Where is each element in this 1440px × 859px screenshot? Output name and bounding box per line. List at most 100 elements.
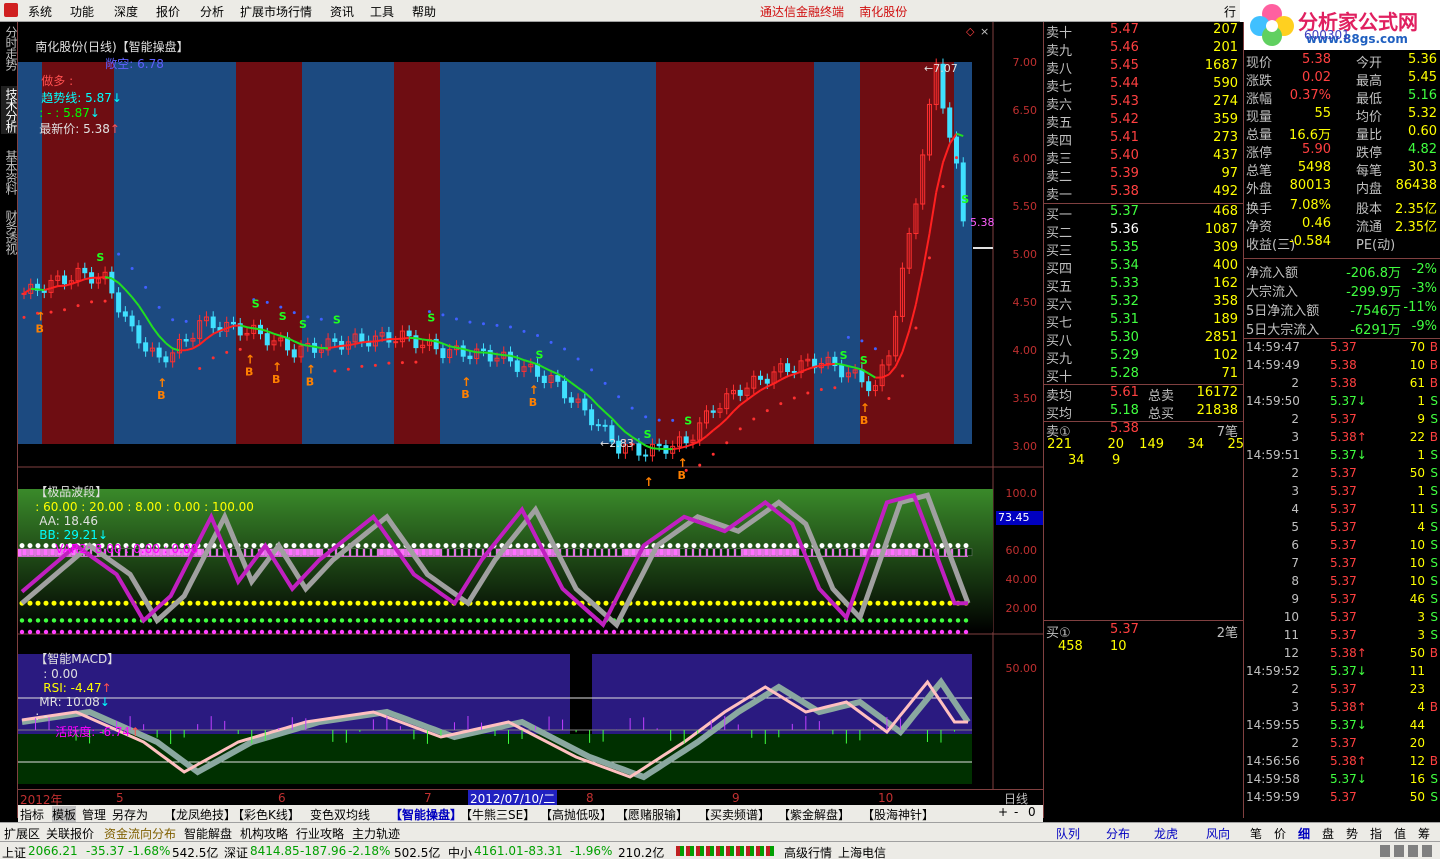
tick-side: S xyxy=(1430,556,1438,570)
bid-row[interactable]: 买四 5.34 400 xyxy=(1044,258,1244,277)
level-dot-60 xyxy=(819,543,825,549)
extension-tab-1[interactable]: 关联报价 xyxy=(46,825,94,842)
indicator-tab-1[interactable]: 模板 xyxy=(52,806,77,823)
tab-financials[interactable]: 财务透视 xyxy=(1,208,18,256)
bid-row[interactable]: 买七 5.31 189 xyxy=(1044,312,1244,331)
menu-item-3[interactable]: 报价 xyxy=(156,3,180,20)
tick-tab-0[interactable]: 笔 xyxy=(1250,825,1262,842)
extension-tab-5[interactable]: 行业攻略 xyxy=(296,825,344,842)
tick-tab-1[interactable]: 价 xyxy=(1274,825,1286,842)
ask-row[interactable]: 卖十 5.47 207 xyxy=(1044,22,1244,41)
indicator-tab-8[interactable]: 【牛熊三SE】 xyxy=(460,806,535,823)
quote-tab-0[interactable]: 队列 xyxy=(1056,825,1080,842)
app-icon[interactable] xyxy=(4,3,18,17)
chart-area[interactable]: ↑B↑B↑B↑B↑B↑B↑B↑B↑B↑BSSSSSSSSSSSS←7.07←2.… xyxy=(18,22,1043,818)
wave-cell xyxy=(560,548,567,557)
tick-tab-2[interactable]: 细 xyxy=(1298,825,1310,842)
indicator-tab-7[interactable]: 【智能操盘】 xyxy=(390,806,462,823)
reset-button[interactable]: 0 xyxy=(1028,805,1036,819)
candle-body xyxy=(143,342,149,352)
quote-tab-1[interactable]: 分布 xyxy=(1106,825,1130,842)
indicator-tab-4[interactable]: 【龙凤绝技】 xyxy=(164,806,236,823)
high-label: ←7.07 xyxy=(924,62,958,75)
bid-row[interactable]: 买二 5.36 1087 xyxy=(1044,222,1244,241)
extension-tab-4[interactable]: 机构攻略 xyxy=(240,825,288,842)
indicator-tab-0[interactable]: 指标 xyxy=(20,806,44,823)
ask-row[interactable]: 卖九 5.46 201 xyxy=(1044,40,1244,59)
flow-label: 5日净流入额 xyxy=(1246,304,1320,319)
extension-tab-6[interactable]: 主力轨迹 xyxy=(352,825,400,842)
level-dot-0 xyxy=(331,629,337,635)
zoom-out-button[interactable]: - xyxy=(1014,805,1018,819)
extension-tab-3[interactable]: 智能解盘 xyxy=(184,825,232,842)
level-dot-20 xyxy=(427,600,433,606)
menu-item-0[interactable]: 系统 xyxy=(28,3,52,20)
zoom-in-button[interactable]: + xyxy=(998,805,1008,819)
tab-fundamentals[interactable]: 基本资料 xyxy=(1,148,18,196)
level-dot-0 xyxy=(379,629,385,635)
indicator-tab-2[interactable]: 管理 xyxy=(82,806,106,823)
indicator-tab-5[interactable]: 【彩色K线】 xyxy=(232,806,300,823)
bid-row[interactable]: 买九 5.29 102 xyxy=(1044,348,1244,367)
sh-index-amount: 542.5亿 xyxy=(172,846,219,859)
tick-tab-3[interactable]: 盘 xyxy=(1322,825,1334,842)
ask-row[interactable]: 卖二 5.39 97 xyxy=(1044,166,1244,185)
ask-row[interactable]: 卖四 5.41 273 xyxy=(1044,130,1244,149)
tick-tab-5[interactable]: 指 xyxy=(1370,825,1382,842)
diamond-icon[interactable]: ◇ xyxy=(966,25,974,38)
extension-tab-2[interactable]: 资金流向分布 xyxy=(104,825,176,842)
candle-body xyxy=(791,370,797,373)
status-icons[interactable] xyxy=(1380,845,1436,857)
sme-index-pct: -1.96% xyxy=(570,844,613,858)
trend-dot xyxy=(725,441,729,445)
menu-item-6[interactable]: 资讯 xyxy=(330,3,354,20)
stat-row: 净资 0.46 流通 2.35亿 xyxy=(1244,216,1440,235)
ask-row[interactable]: 卖八 5.45 1687 xyxy=(1044,58,1244,77)
trend-dot xyxy=(387,361,391,365)
indicator-tab-3[interactable]: 另存为 xyxy=(112,806,148,823)
indicator-tab-6[interactable]: 变色双均线 xyxy=(310,806,370,823)
indicator-tab-13[interactable]: 【股海神针】 xyxy=(862,806,934,823)
menu-item-8[interactable]: 帮助 xyxy=(412,3,436,20)
ask-row[interactable]: 卖五 5.42 359 xyxy=(1044,112,1244,131)
candle-body xyxy=(785,363,791,372)
menu-item-7[interactable]: 工具 xyxy=(370,3,394,20)
menu-right-tab[interactable]: 行 xyxy=(1224,3,1236,20)
ask-row[interactable]: 卖三 5.40 437 xyxy=(1044,148,1244,167)
stat-label: 总量 xyxy=(1246,128,1273,143)
quote-tab-2[interactable]: 龙虎 xyxy=(1154,825,1178,842)
ask-row[interactable]: 卖七 5.44 590 xyxy=(1044,76,1244,95)
bid-price: 5.37 xyxy=(1110,204,1139,219)
level-dot-8 xyxy=(715,618,721,623)
tab-technical[interactable]: 技术分析 xyxy=(1,86,18,134)
bid-row[interactable]: 买十 5.28 71 xyxy=(1044,366,1244,385)
close-icon[interactable]: × xyxy=(980,25,989,38)
bid-row[interactable]: 买八 5.30 2851 xyxy=(1044,330,1244,349)
sme-index-amount: 210.2亿 xyxy=(618,846,665,859)
menu-item-5[interactable]: 扩展市场行情 xyxy=(240,3,312,20)
tick-tab-7[interactable]: 筹 xyxy=(1418,825,1430,842)
candle-body xyxy=(230,321,236,325)
tick-tab-4[interactable]: 势 xyxy=(1346,825,1358,842)
bid-row[interactable]: 买三 5.35 309 xyxy=(1044,240,1244,259)
tab-intraday[interactable]: 分时走势 xyxy=(1,24,18,72)
menu-item-1[interactable]: 功能 xyxy=(70,3,94,20)
bid-row[interactable]: 买一 5.37 468 xyxy=(1044,204,1244,223)
quote-tab-3[interactable]: 风向 xyxy=(1206,825,1230,842)
tick-price: 5.37↓ xyxy=(1330,394,1367,408)
bid-row[interactable]: 买六 5.32 358 xyxy=(1044,294,1244,313)
extension-tab-0[interactable]: 扩展区 xyxy=(4,825,40,842)
ask-row[interactable]: 卖六 5.43 274 xyxy=(1044,94,1244,113)
tick-tab-6[interactable]: 值 xyxy=(1394,825,1406,842)
level-dot-8 xyxy=(211,618,217,623)
chart-canvas[interactable]: ↑B↑B↑B↑B↑B↑B↑B↑B↑B↑BSSSSSSSSSSSS←7.07←2.… xyxy=(18,22,1043,789)
indicator-tab-10[interactable]: 【愿赌服输】 xyxy=(616,806,688,823)
indicator-tab-11[interactable]: 【买卖频谱】 xyxy=(698,806,770,823)
indicator-tab-12[interactable]: 【紫金解盘】 xyxy=(778,806,850,823)
menu-item-4[interactable]: 分析 xyxy=(200,3,224,20)
indicator-tab-9[interactable]: 【高抛低吸】 xyxy=(540,806,612,823)
ask-row[interactable]: 卖一 5.38 492 xyxy=(1044,184,1244,203)
menu-item-2[interactable]: 深度 xyxy=(114,3,138,20)
level-dot-8 xyxy=(195,618,201,623)
bid-row[interactable]: 买五 5.33 162 xyxy=(1044,276,1244,295)
